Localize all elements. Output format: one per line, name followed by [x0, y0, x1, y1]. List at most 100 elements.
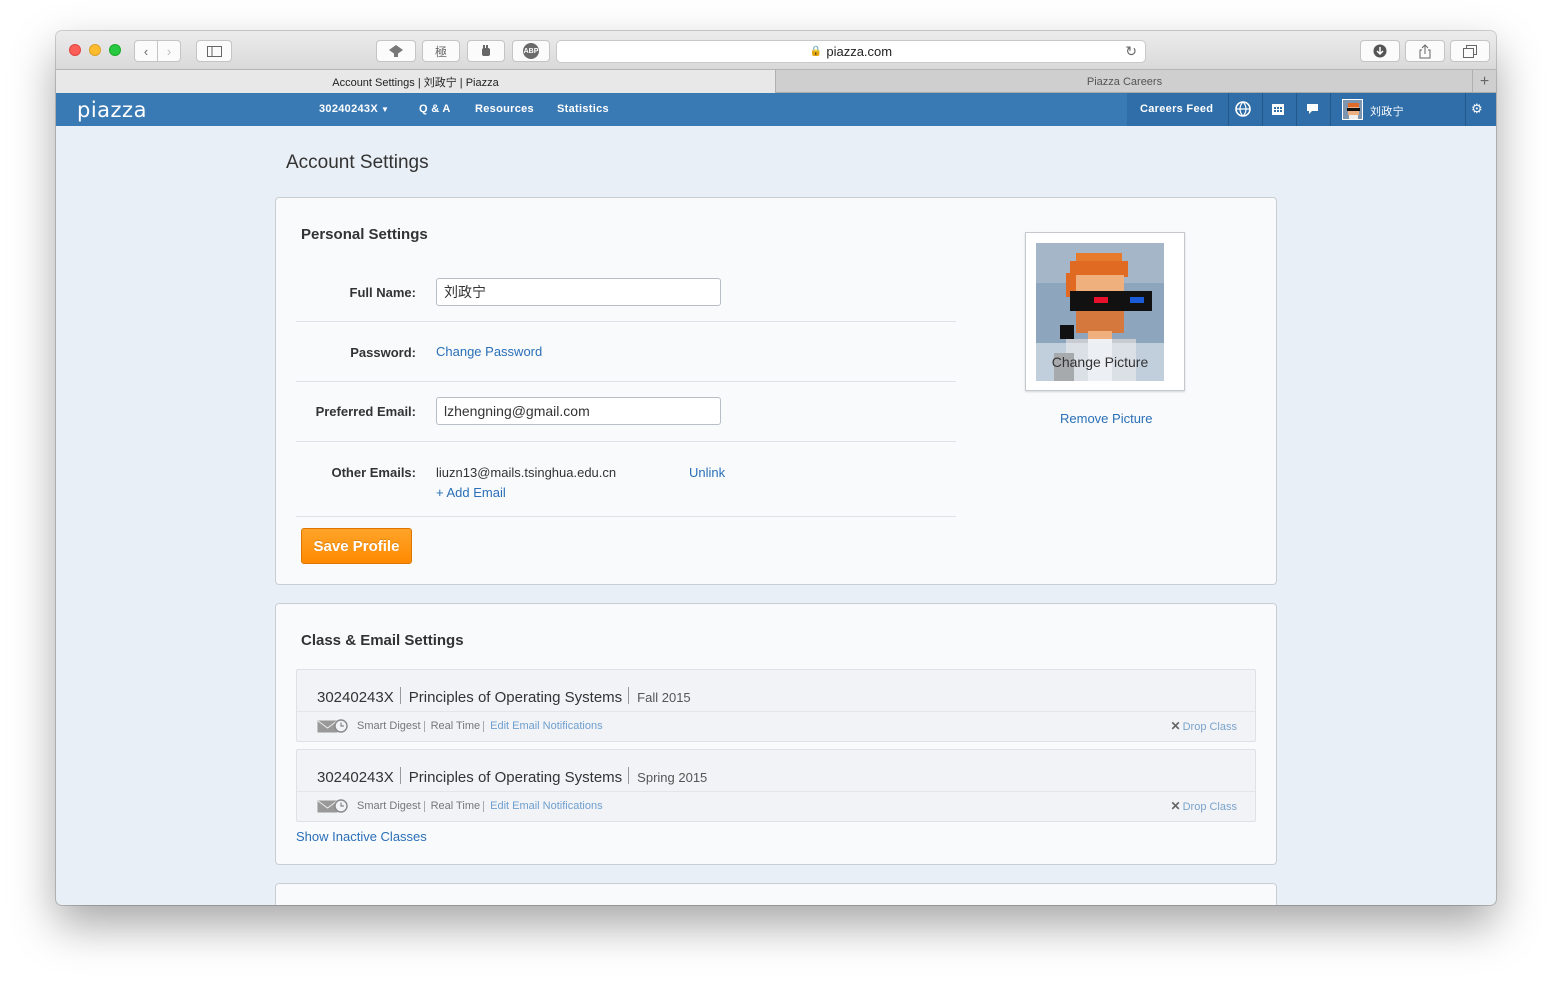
real-time-option[interactable]: Real Time: [431, 720, 481, 732]
bookmark-button[interactable]: [376, 40, 416, 62]
careers-feed-link[interactable]: Careers Feed: [1140, 103, 1213, 115]
address-bar[interactable]: 🔒 piazza.com ↻: [556, 40, 1146, 63]
forward-icon: ›: [166, 43, 172, 59]
sidebar-button[interactable]: [196, 40, 232, 62]
tab-label: Piazza Careers: [1086, 75, 1163, 88]
divider: [296, 321, 956, 322]
drop-class-button[interactable]: ✕ Drop Class: [1171, 719, 1237, 733]
other-emails-label: Other Emails:: [331, 465, 416, 480]
new-tab-button[interactable]: +: [1472, 70, 1496, 93]
tabs-icon: [1463, 44, 1477, 58]
nav-qa[interactable]: Q & A: [419, 103, 451, 115]
nav-statistics[interactable]: Statistics: [557, 103, 609, 115]
class-number: 30240243X: [317, 769, 394, 786]
nav-divider: [1296, 93, 1297, 126]
zoom-window-button[interactable]: [109, 44, 121, 56]
adblock-button[interactable]: ABP: [512, 40, 550, 62]
remove-picture-link[interactable]: Remove Picture: [1060, 411, 1152, 426]
tab-piazza-careers[interactable]: Piazza Careers: [777, 70, 1472, 93]
nav-divider: [1465, 93, 1466, 126]
close-window-button[interactable]: [69, 44, 81, 56]
tab-bar: Account Settings | 刘政宁 | Piazza Piazza C…: [56, 69, 1496, 93]
class-email-options: Smart Digest Real Time Edit Email Notifi…: [317, 799, 603, 813]
calendar-icon[interactable]: [1272, 103, 1284, 115]
caret-down-icon: ▼: [380, 105, 390, 114]
bookmark-icon: [389, 45, 403, 57]
class-number: 30240243X: [317, 689, 394, 706]
edit-email-notifications-link[interactable]: Edit Email Notifications: [490, 720, 603, 732]
page-title: Account Settings: [286, 152, 429, 173]
other-email-value: liuzn13@mails.tsinghua.edu.cn: [436, 465, 617, 480]
class-email-settings-title: Class & Email Settings: [301, 632, 464, 649]
full-name-input[interactable]: 刘政宁: [436, 278, 721, 306]
user-name[interactable]: 刘政宁: [1370, 103, 1404, 119]
real-time-option[interactable]: Real Time: [431, 800, 481, 812]
class-header: 30240243X Principles of Operating System…: [317, 765, 707, 786]
reload-icon[interactable]: ↻: [1125, 43, 1137, 60]
mail-clock-icon: [317, 799, 348, 813]
divider: [297, 711, 1255, 712]
user-avatar[interactable]: [1342, 99, 1363, 120]
add-email-link[interactable]: + Add Email: [436, 485, 506, 500]
downloads-button[interactable]: [1360, 40, 1400, 62]
drop-class-label: Drop Class: [1182, 801, 1237, 813]
close-icon: ✕: [1170, 799, 1181, 813]
nav-divider: [1330, 93, 1331, 126]
globe-icon[interactable]: [1235, 101, 1251, 117]
divider: [296, 441, 956, 442]
hand-extension-button[interactable]: [467, 40, 505, 62]
nav-divider: [1228, 93, 1229, 126]
download-icon: [1373, 44, 1387, 58]
piazza-navbar: piazza 30240243X ▼ Q & A Resources Statis…: [56, 93, 1496, 126]
change-picture-overlay[interactable]: Change Picture: [1036, 343, 1164, 381]
chat-icon[interactable]: [1306, 103, 1319, 116]
dict-extension-button[interactable]: 極: [422, 40, 460, 62]
show-inactive-classes-link[interactable]: Show Inactive Classes: [296, 829, 427, 844]
full-name-value: 刘政宁: [444, 284, 486, 300]
minimize-window-button[interactable]: [89, 44, 101, 56]
lock-icon: 🔒: [809, 46, 823, 57]
nav-divider: [1262, 93, 1263, 126]
password-label: Password:: [350, 345, 416, 360]
address-bar-text: piazza.com: [826, 44, 893, 59]
change-password-link[interactable]: Change Password: [436, 344, 542, 359]
nav-resources[interactable]: Resources: [475, 103, 534, 115]
class-dropdown-label: 30240243X: [319, 103, 378, 115]
profile-picture[interactable]: Change Picture: [1036, 243, 1164, 381]
preferred-email-value: lzhengning@gmail.com: [444, 403, 590, 419]
class-dropdown[interactable]: 30240243X ▼: [319, 103, 389, 115]
tab-account-settings[interactable]: Account Settings | 刘政宁 | Piazza: [56, 70, 776, 93]
divider: [296, 516, 956, 517]
profile-picture-frame: Change Picture: [1025, 232, 1185, 391]
share-button[interactable]: [1405, 40, 1445, 62]
plus-icon: +: [1479, 72, 1490, 90]
change-picture-label: Change Picture: [1051, 354, 1149, 370]
adblock-icon: ABP: [523, 43, 539, 59]
back-button[interactable]: ‹: [134, 40, 158, 62]
tab-label: Account Settings | 刘政宁 | Piazza: [332, 76, 499, 89]
divider: [296, 381, 956, 382]
save-profile-button[interactable]: Save Profile: [301, 528, 412, 564]
sidebar-icon: [206, 45, 222, 57]
next-settings-card: [275, 883, 1277, 905]
gear-icon[interactable]: ⚙: [1471, 101, 1483, 117]
show-tabs-button[interactable]: [1450, 40, 1490, 62]
edit-email-notifications-link[interactable]: Edit Email Notifications: [490, 800, 603, 812]
class-row: 30240243X Principles of Operating System…: [296, 669, 1256, 742]
divider: [297, 791, 1255, 792]
browser-toolbar: ‹ › 極 ABP 🔒 piazza.com ↻: [56, 31, 1496, 69]
personal-settings-title: Personal Settings: [301, 226, 428, 243]
unlink-email-link[interactable]: Unlink: [689, 465, 725, 480]
smart-digest-option[interactable]: Smart Digest: [357, 800, 421, 812]
drop-class-button[interactable]: ✕ Drop Class: [1171, 799, 1237, 813]
full-name-label: Full Name:: [349, 285, 416, 300]
forward-button[interactable]: ›: [157, 40, 181, 62]
class-name: Principles of Operating Systems: [408, 689, 623, 706]
piazza-logo[interactable]: piazza: [77, 98, 147, 122]
smart-digest-option[interactable]: Smart Digest: [357, 720, 421, 732]
preferred-email-label: Preferred Email:: [315, 404, 416, 419]
mail-clock-icon: [317, 719, 348, 733]
class-row: 30240243X Principles of Operating System…: [296, 749, 1256, 822]
drop-class-label: Drop Class: [1182, 721, 1237, 733]
preferred-email-input[interactable]: lzhengning@gmail.com: [436, 397, 721, 425]
